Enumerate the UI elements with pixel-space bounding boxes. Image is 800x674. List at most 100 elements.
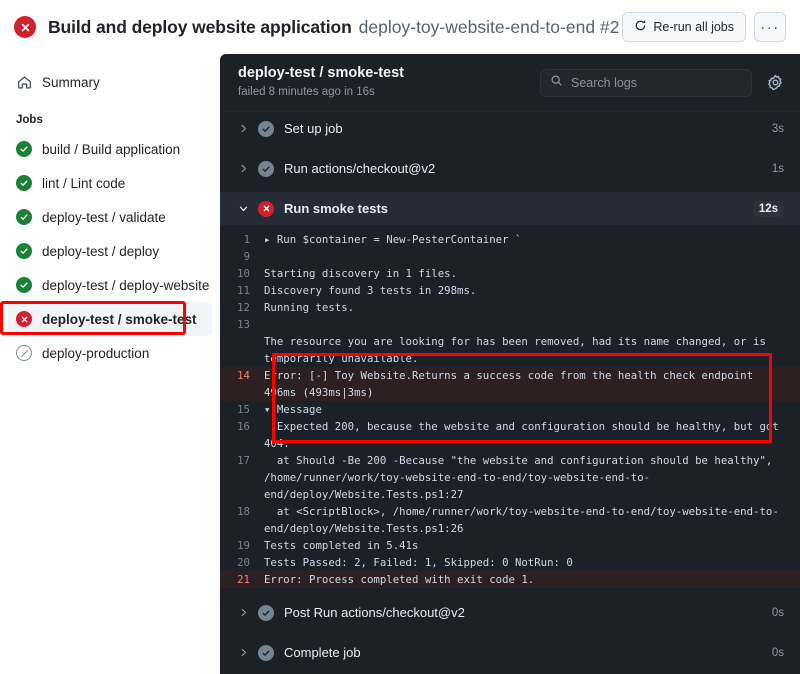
log-line: 13: [220, 316, 800, 333]
step-row-run-checkout[interactable]: Run actions/checkout@v2 1s: [220, 152, 800, 185]
run-body: Summary Jobs build / Build application l…: [0, 54, 800, 674]
jobs-heading: Jobs: [16, 114, 43, 126]
run-name-and-number: deploy-toy-website-end-to-end #2: [358, 16, 620, 37]
log-line-number: 14: [237, 369, 250, 382]
sidebar-item-job-2[interactable]: deploy-test / validate: [8, 200, 212, 234]
step-row-complete-job[interactable]: Complete job 0s: [220, 636, 800, 669]
log-line-number: 17: [237, 454, 250, 467]
log-line-text: [264, 248, 786, 265]
sidebar-item-job-3[interactable]: deploy-test / deploy: [8, 234, 212, 268]
more-options-button[interactable]: ···: [754, 12, 786, 42]
check-circle-icon: [258, 120, 274, 137]
chevron-right-icon: [236, 163, 250, 174]
log-line-text: Error: [-] Toy Website.Returns a success…: [264, 369, 760, 399]
log-line-text: Discovery found 3 tests in 298ms.: [264, 284, 477, 297]
sidebar-item-job-4[interactable]: deploy-test / deploy-website: [8, 268, 212, 302]
log-panel-header: deploy-test / smoke-test failed 8 minute…: [220, 54, 800, 112]
log-output[interactable]: 1 ▸ Run $container = New-PesterContainer…: [220, 225, 800, 596]
page-title: Build and deploy website application: [48, 16, 352, 37]
chevron-right-icon: [236, 123, 250, 134]
step-row-set-up-job[interactable]: Set up job 3s: [220, 112, 800, 145]
log-line-number: 9: [243, 250, 250, 263]
log-line: 10 Starting discovery in 1 files.: [220, 265, 800, 282]
log-line-number: 10: [237, 267, 250, 280]
x-circle-icon: [16, 311, 32, 327]
log-line: The resource you are looking for has bee…: [220, 333, 800, 367]
log-line-text: ▸ Run $container = New-PesterContainer `: [264, 233, 522, 246]
log-line-text: at <ScriptBlock>, /home/runner/work/toy-…: [264, 505, 779, 535]
home-icon: [16, 74, 32, 90]
log-line-number: [220, 333, 264, 367]
log-line-text: [264, 316, 786, 333]
log-line-number: 19: [237, 539, 250, 552]
log-panel: deploy-test / smoke-test failed 8 minute…: [220, 54, 800, 674]
log-line: 15 ▾ Message: [220, 401, 800, 418]
sidebar-item-job-1[interactable]: lint / Lint code: [8, 166, 212, 200]
step-duration: 3s: [771, 122, 784, 135]
log-line-number: 16: [237, 420, 250, 433]
sidebar-item-job-4-label: deploy-test / deploy-website: [42, 277, 210, 293]
log-job-name: deploy-test / smoke-test: [238, 64, 404, 81]
log-line: 16 Expected 200, because the website and…: [220, 418, 800, 452]
search-logs-box[interactable]: [540, 68, 752, 97]
sidebar-item-job-0-label: build / Build application: [42, 141, 181, 157]
sidebar-item-job-5[interactable]: deploy-test / smoke-test: [0, 301, 212, 336]
sidebar-item-summary-label: Summary: [42, 74, 100, 90]
log-line: 20 Tests Passed: 2, Failed: 1, Skipped: …: [220, 554, 800, 571]
log-line-number: 1: [243, 233, 250, 246]
log-line-number: 21: [237, 573, 250, 586]
step-duration: 0s: [771, 606, 784, 619]
sync-icon: [634, 19, 647, 35]
log-line: 12 Running tests.: [220, 299, 800, 316]
log-header-titles: deploy-test / smoke-test failed 8 minute…: [238, 64, 404, 101]
log-line-number: 12: [237, 301, 250, 314]
log-line-text: Expected 200, because the website and co…: [264, 420, 786, 450]
step-row-post-run-checkout[interactable]: Post Run actions/checkout@v2 0s: [220, 596, 800, 629]
step-name: Run smoke tests: [284, 201, 389, 216]
gear-icon[interactable]: [764, 72, 786, 94]
log-line-text: Error: Process completed with exit code …: [264, 573, 535, 586]
log-line-number: 11: [237, 284, 250, 297]
step-row-run-smoke-tests[interactable]: Run smoke tests 12s: [220, 192, 800, 225]
sidebar-item-summary[interactable]: Summary: [8, 66, 212, 98]
log-line-number: 18: [237, 505, 250, 518]
check-circle-icon: [16, 175, 32, 191]
log-line-text: ▾ Message: [264, 403, 322, 416]
log-line-text: Running tests.: [264, 301, 355, 314]
step-duration: 1s: [771, 162, 784, 175]
run-header: Build and deploy website application dep…: [0, 0, 800, 54]
check-circle-icon: [16, 243, 32, 259]
check-circle-icon: [16, 141, 32, 157]
sidebar-item-job-0[interactable]: build / Build application: [8, 132, 212, 166]
chevron-down-icon: [236, 203, 250, 214]
log-line: 9: [220, 248, 800, 265]
search-input[interactable]: [571, 75, 742, 90]
workflow-run-page: Build and deploy website application dep…: [0, 0, 800, 674]
check-circle-icon: [16, 277, 32, 293]
step-duration: 0s: [771, 646, 784, 659]
log-line-text: at Should -Be 200 -Because "the website …: [264, 454, 779, 501]
sidebar-item-job-6[interactable]: deploy-production: [8, 336, 212, 370]
sidebar-item-job-1-label: lint / Lint code: [42, 175, 126, 191]
chevron-right-icon: [236, 647, 250, 658]
log-line-number: 20: [237, 556, 250, 569]
rerun-all-jobs-label: Re-run all jobs: [653, 20, 734, 34]
sidebar-item-job-2-label: deploy-test / validate: [42, 209, 166, 225]
x-circle-icon: [14, 16, 36, 38]
sidebar-item-job-6-label: deploy-production: [42, 345, 150, 361]
rerun-all-jobs-button[interactable]: Re-run all jobs: [622, 12, 746, 42]
sidebar-item-job-3-label: deploy-test / deploy: [42, 243, 160, 259]
log-line: 19 Tests completed in 5.41s: [220, 537, 800, 554]
log-line-error: 14 Error: [-] Toy Website.Returns a succ…: [220, 367, 800, 401]
log-line: 11 Discovery found 3 tests in 298ms.: [220, 282, 800, 299]
log-line-text: The resource you are looking for has bee…: [264, 335, 773, 365]
sidebar-item-job-5-label: deploy-test / smoke-test: [42, 311, 197, 327]
chevron-right-icon: [236, 607, 250, 618]
step-name: Set up job: [284, 121, 343, 136]
log-job-status-line: failed 8 minutes ago in 16s: [238, 86, 375, 99]
step-name: Complete job: [284, 645, 361, 660]
x-circle-icon: [258, 200, 274, 217]
step-duration: 12s: [752, 200, 784, 217]
